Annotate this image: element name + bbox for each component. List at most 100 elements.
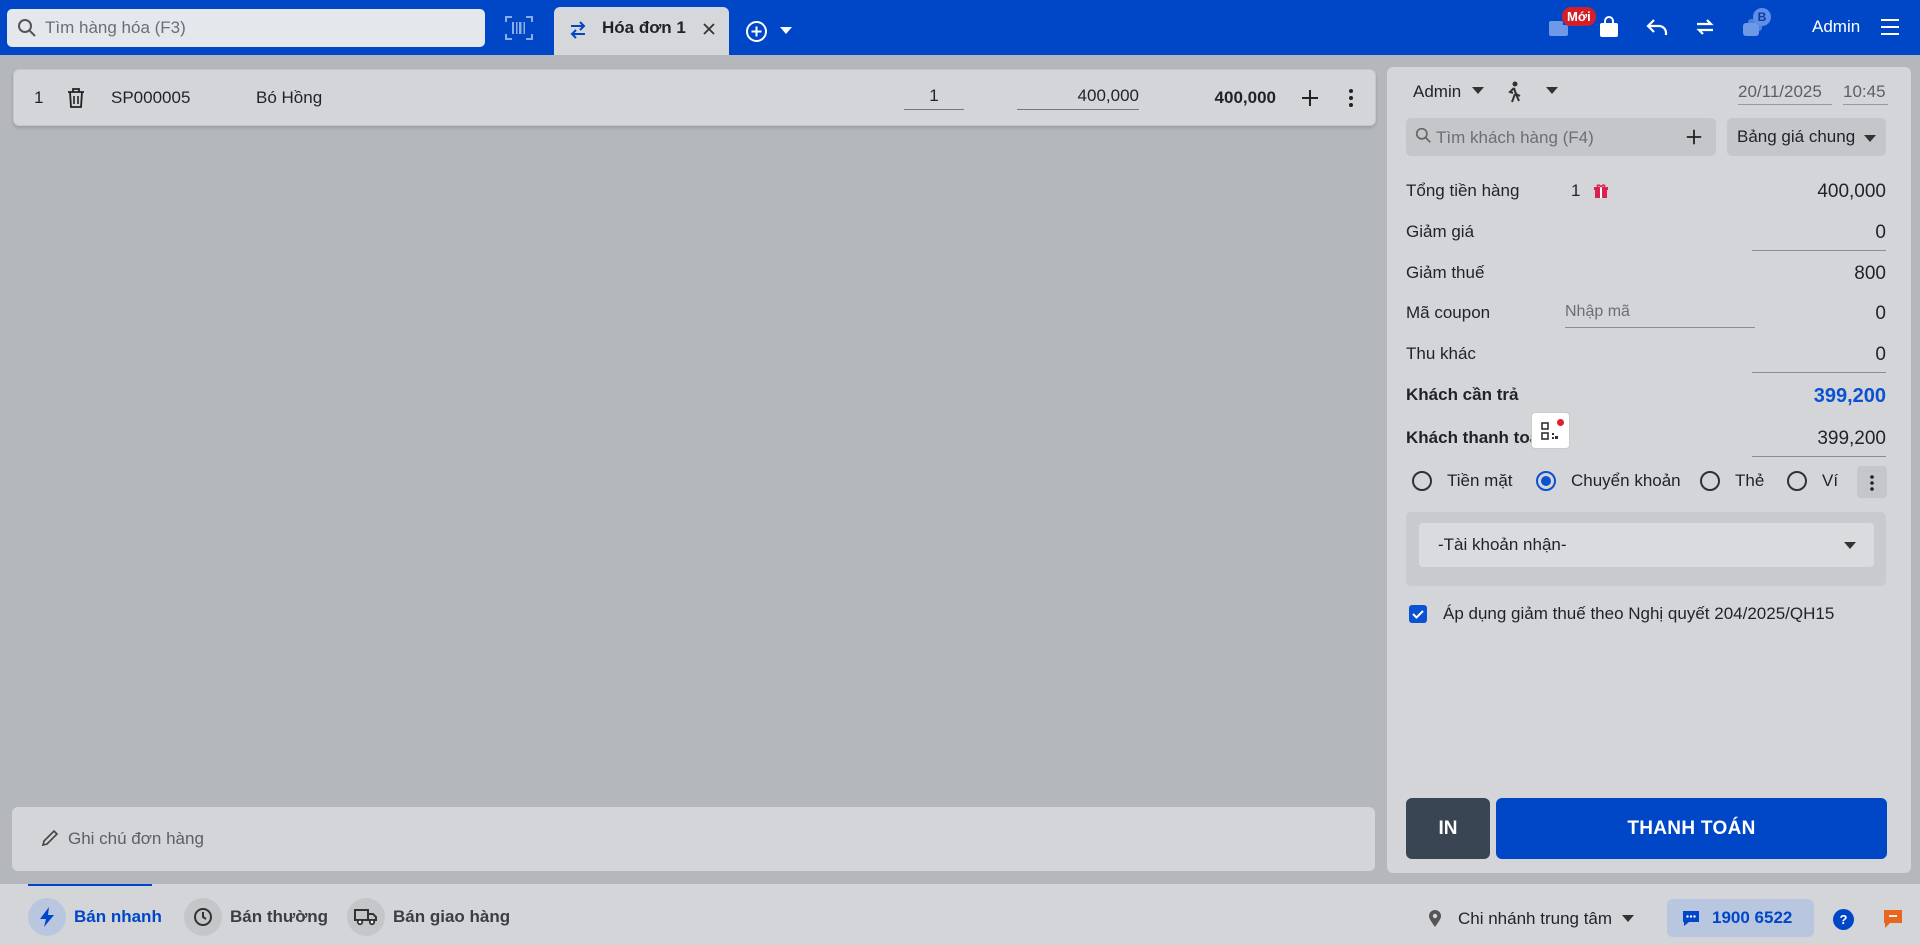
mode-regular-sale[interactable]: Bán thường <box>184 898 328 936</box>
checkbox-checked[interactable] <box>1409 605 1427 623</box>
check-icon <box>1412 610 1424 619</box>
gift-icon[interactable] <box>1593 183 1609 199</box>
chevron-down-icon[interactable] <box>1546 87 1558 95</box>
pay-button[interactable]: THANH TOÁN <box>1496 798 1887 859</box>
chevron-down-icon <box>1864 135 1876 143</box>
payment-method-label: Chuyển khoản <box>1571 471 1681 490</box>
unit-price-input[interactable]: 400,000 <box>1017 86 1139 110</box>
hotline-number: 1900 6522 <box>1712 908 1793 927</box>
discount-input[interactable]: 0 <box>1752 222 1886 251</box>
payment-method-label: Thẻ <box>1735 471 1765 490</box>
search-icon <box>17 18 37 38</box>
receiving-account-select[interactable]: -Tài khoản nhận- <box>1419 523 1874 567</box>
radio-selected[interactable] <box>1536 471 1556 491</box>
radio[interactable] <box>1787 471 1807 491</box>
tax-discount-row: Giảm thuế 800 <box>1406 263 1886 289</box>
tax-discount-label: Giảm thuế <box>1406 263 1485 282</box>
payment-method-label: Tiền mặt <box>1447 471 1513 490</box>
coupon-row: Mã coupon Nhập mã 0 <box>1406 303 1886 329</box>
quantity-input[interactable]: 1 <box>904 86 964 110</box>
amount-due-label: Khách cần trả <box>1406 385 1519 404</box>
invoice-date[interactable]: 20/11/2025 <box>1738 82 1832 105</box>
price-book-select[interactable]: Bảng giá chung <box>1727 118 1886 156</box>
location-pin-icon <box>1428 910 1442 928</box>
receiving-account-box: -Tài khoản nhận- <box>1406 512 1886 586</box>
chevron-down-icon[interactable] <box>780 27 792 35</box>
print-button[interactable]: IN <box>1406 798 1490 859</box>
product-search[interactable] <box>7 9 485 47</box>
coupon-label: Mã coupon <box>1406 303 1491 322</box>
chevron-down-icon[interactable] <box>1472 87 1484 95</box>
radio[interactable] <box>1412 471 1432 491</box>
hotline-button[interactable]: 1900 6522 <box>1667 899 1814 937</box>
mode-quick-sale[interactable]: Bán nhanh <box>28 898 162 936</box>
search-icon <box>1415 127 1432 144</box>
tax-reduction-checkbox[interactable]: Áp dụng giảm thuế theo Nghị quyết 204/20… <box>1409 604 1834 624</box>
more-vertical-icon <box>1870 475 1874 491</box>
subtotal-value: 400,000 <box>1817 181 1886 202</box>
coupon-input[interactable]: Nhập mã <box>1565 303 1755 328</box>
trash-icon[interactable] <box>66 87 86 109</box>
pencil-icon <box>41 829 59 847</box>
swap-icon[interactable] <box>568 20 588 40</box>
mode-label: Bán thường <box>230 907 329 926</box>
lightning-icon <box>28 898 66 936</box>
add-customer-icon[interactable] <box>1685 128 1703 146</box>
customer-paid-row: Khách thanh toán 399,200 <box>1406 412 1886 457</box>
order-note[interactable]: Ghi chú đơn hàng <box>12 807 1375 871</box>
coupon-value: 0 <box>1875 303 1886 324</box>
barcode-scan-icon[interactable] <box>504 15 534 41</box>
amount-due-value: 399,200 <box>1813 385 1886 407</box>
active-mode-indicator <box>28 884 152 886</box>
payment-method-card[interactable]: Thẻ <box>1700 471 1764 491</box>
chat-bubble-icon <box>1683 911 1699 926</box>
plus-icon[interactable] <box>1300 88 1320 108</box>
radio[interactable] <box>1700 471 1720 491</box>
alert-dot <box>1557 419 1564 426</box>
tab-invoice-1[interactable]: Hóa đơn 1 <box>554 7 729 55</box>
subtotal-row: Tổng tiền hàng 1 400,000 <box>1406 181 1886 207</box>
qr-code-button[interactable] <box>1531 412 1570 449</box>
table-row[interactable]: 1 SP000005 Bó Hồng 1 400,000 400,000 <box>13 69 1376 126</box>
item-name[interactable]: Bó Hồng <box>256 88 322 108</box>
user-name[interactable]: Admin <box>1812 17 1860 37</box>
tax-discount-value: 800 <box>1854 263 1886 284</box>
walk-in-icon[interactable] <box>1505 81 1523 103</box>
discount-label: Giảm giá <box>1406 222 1475 241</box>
bottom-bar: Bán nhanh Bán thường Bán giao hàng Chi n… <box>0 884 1920 945</box>
clock-icon <box>184 898 222 936</box>
customer-search[interactable]: Tìm khách hàng (F4) <box>1406 118 1716 156</box>
mode-label: Bán giao hàng <box>393 907 511 926</box>
payment-method-wallet[interactable]: Ví <box>1787 471 1838 491</box>
tax-reduction-label: Áp dụng giảm thuế theo Nghị quyết 204/20… <box>1443 604 1835 623</box>
more-vertical-icon[interactable] <box>1348 88 1354 108</box>
help-icon[interactable]: ? <box>1833 909 1854 930</box>
payment-method-label: Ví <box>1822 471 1839 490</box>
mode-label: Bán nhanh <box>74 907 162 926</box>
subtotal-count: 1 <box>1571 181 1581 200</box>
sync-icon[interactable] <box>1693 15 1717 39</box>
product-search-input[interactable] <box>45 9 465 47</box>
close-icon[interactable] <box>701 21 717 37</box>
mode-delivery-sale[interactable]: Bán giao hàng <box>347 898 510 936</box>
subtotal-label: Tổng tiền hàng <box>1406 181 1520 200</box>
payment-method-transfer[interactable]: Chuyển khoản <box>1536 471 1681 491</box>
seller-select[interactable]: Admin <box>1413 82 1461 102</box>
other-fee-label: Thu khác <box>1406 344 1476 363</box>
branch-select[interactable]: Chi nhánh trung tâm <box>1428 909 1635 929</box>
invoice-time[interactable]: 10:45 <box>1843 82 1888 105</box>
menu-icon[interactable] <box>1880 18 1900 36</box>
truck-icon <box>347 898 385 936</box>
more-payment-methods-button[interactable] <box>1857 466 1887 498</box>
payment-method-cash[interactable]: Tiền mặt <box>1412 471 1513 491</box>
other-fee-input[interactable]: 0 <box>1752 344 1886 373</box>
customer-paid-input[interactable]: 399,200 <box>1752 428 1886 457</box>
feedback-icon[interactable] <box>1883 909 1903 929</box>
branch-label: Chi nhánh trung tâm <box>1458 909 1613 928</box>
top-bar: Hóa đơn 1 Mới B Admin <box>0 0 1920 55</box>
return-icon[interactable] <box>1645 15 1669 39</box>
add-tab-icon[interactable] <box>745 20 768 43</box>
customer-paid-label: Khách thanh toán <box>1406 428 1550 447</box>
amount-due-row: Khách cần trả 399,200 <box>1406 385 1886 411</box>
shopping-bag-icon[interactable] <box>1598 15 1620 39</box>
